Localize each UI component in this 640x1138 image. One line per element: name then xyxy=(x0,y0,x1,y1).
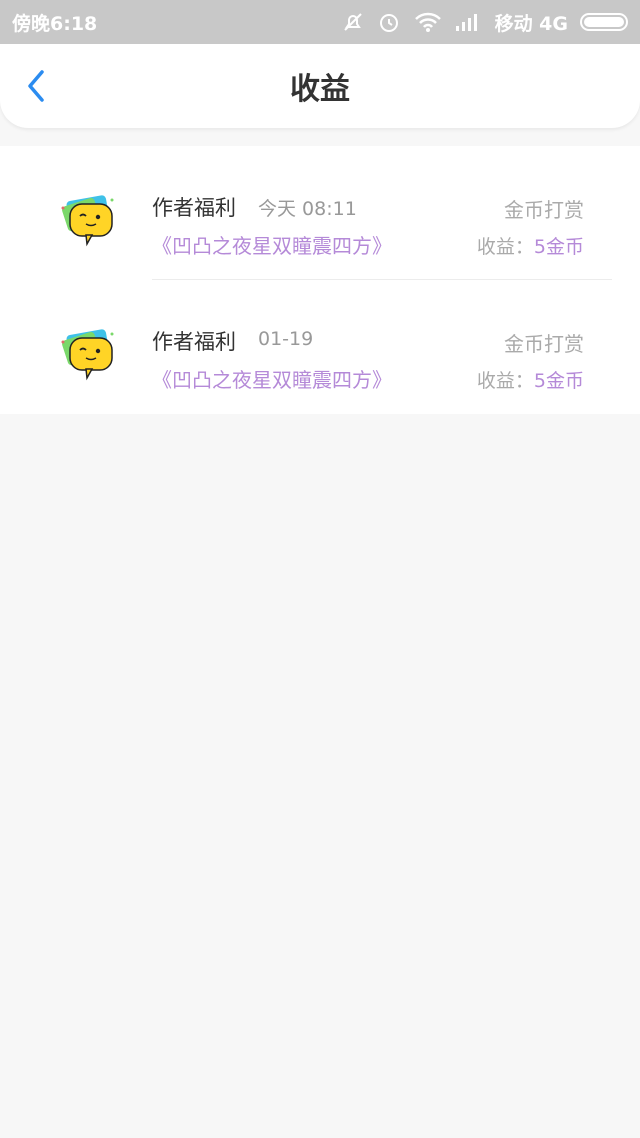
page-title: 收益 xyxy=(290,72,350,107)
mute-bell-icon xyxy=(343,13,362,31)
status-time: 傍晚6:18 xyxy=(12,12,98,35)
earnings-value: 5金币 xyxy=(533,370,584,392)
battery-icon xyxy=(580,13,628,31)
carrier-label: 移动 4G xyxy=(494,12,568,35)
chat-bubble-emoji-icon xyxy=(61,329,114,381)
item-type: 金币打赏 xyxy=(504,198,584,222)
earnings-label: 收益： xyxy=(476,236,534,258)
top-navigation-bar: 收益 xyxy=(0,44,640,128)
status-bar: 傍晚6:18 移动 4G xyxy=(0,0,640,44)
status-icons: 移动 4G xyxy=(341,9,628,36)
signal-icon xyxy=(455,14,477,31)
item-type: 金币打赏 xyxy=(504,332,584,356)
list-item[interactable]: 作者福利 今天 08:11 金币打赏 《凹凸之夜星双瞳震四方》 收益： 5金币 xyxy=(0,146,640,280)
item-time: 01-19 xyxy=(258,328,314,350)
earnings-label: 收益： xyxy=(476,370,534,392)
item-time: 今天 08:11 xyxy=(258,198,357,220)
earnings-value: 5金币 xyxy=(533,236,584,258)
chat-bubble-emoji-icon xyxy=(61,195,114,247)
item-name: 作者福利 xyxy=(152,196,236,220)
earnings-list: 作者福利 今天 08:11 金币打赏 《凹凸之夜星双瞳震四方》 收益： 5金币 … xyxy=(0,146,640,414)
wifi-icon xyxy=(414,12,441,32)
item-name: 作者福利 xyxy=(152,330,236,354)
item-earnings: 收益： 5金币 xyxy=(477,366,584,393)
item-earnings: 收益： 5金币 xyxy=(477,232,584,259)
alarm-icon xyxy=(379,14,398,32)
item-book-title[interactable]: 《凹凸之夜星双瞳震四方》 xyxy=(152,364,392,393)
item-book-title[interactable]: 《凹凸之夜星双瞳震四方》 xyxy=(152,230,392,259)
list-item[interactable]: 作者福利 01-19 金币打赏 《凹凸之夜星双瞳震四方》 收益： 5金币 xyxy=(0,280,640,414)
